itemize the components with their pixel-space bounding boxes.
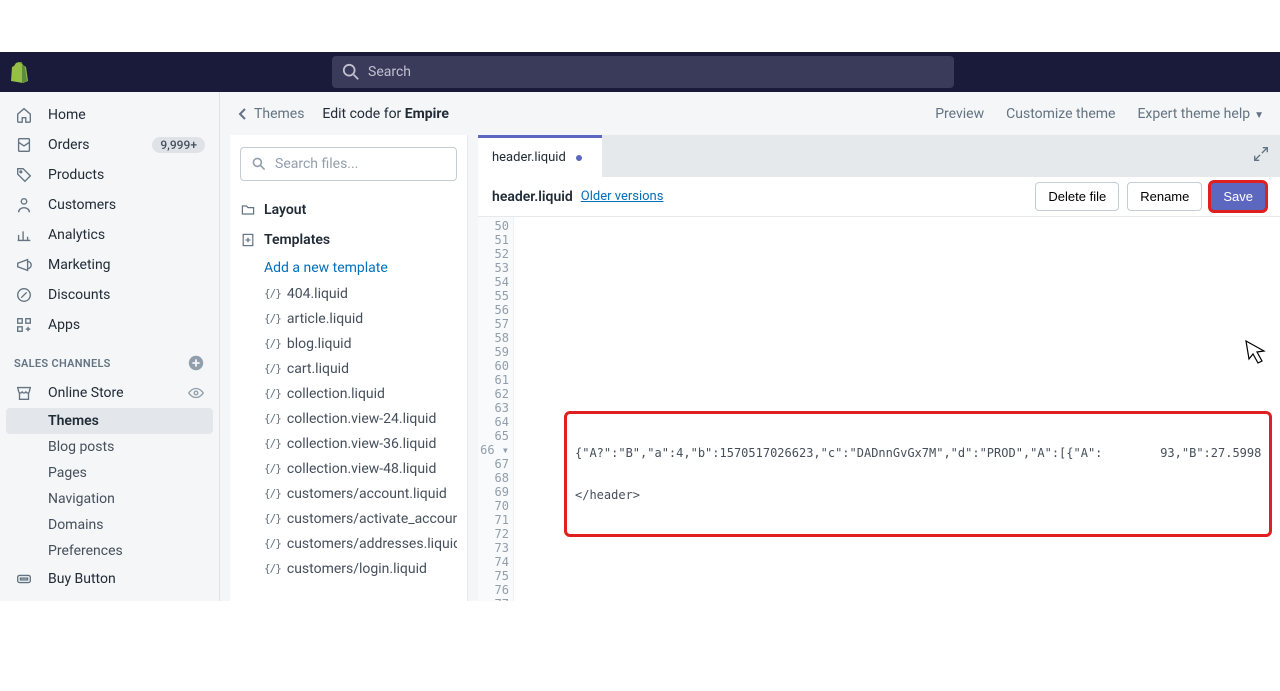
nav-sub-blog-posts[interactable]: Blog posts [0,434,219,460]
nav-buy-button[interactable]: Buy Button [0,564,219,594]
line-gutter: 50 51 52 53 54 55 56 57 58 59 60 61 62 6… [478,217,514,601]
orders-badge: 9,999+ [152,137,205,153]
liquid-file-icon: {/} [264,412,281,425]
analytics-icon [14,225,34,245]
liquid-file-icon: {/} [264,437,281,450]
liquid-file-icon: {/} [264,287,281,300]
rename-button[interactable]: Rename [1127,182,1202,211]
liquid-file-icon: {/} [264,487,281,500]
folder-templates[interactable]: Templates [240,225,457,255]
nav-orders[interactable]: Orders 9,999+ [0,130,219,160]
back-to-themes[interactable]: Themes [236,106,304,122]
nav-home[interactable]: Home [0,100,219,130]
current-file-name: header.liquid [492,189,573,205]
liquid-file-icon: {/} [264,512,281,525]
tag-icon [14,165,34,185]
nav-discounts[interactable]: Discounts [0,280,219,310]
liquid-file-icon: {/} [264,387,281,400]
liquid-file-icon: {/} [264,462,281,475]
person-icon [14,195,34,215]
file-item[interactable]: {/}article.liquid [240,306,457,331]
liquid-file-icon: {/} [264,312,281,325]
chevron-down-icon: ▼ [1254,110,1264,121]
liquid-file-icon: {/} [264,562,281,575]
expert-theme-help-link[interactable]: Expert theme help▼ [1137,106,1264,122]
file-item[interactable]: {/}customers/account.liquid [240,481,457,506]
add-new-template[interactable]: Add a new template [240,255,457,281]
home-icon [14,105,34,125]
file-item[interactable]: {/}customers/login.liquid [240,556,457,581]
file-item[interactable]: {/}404.liquid [240,281,457,306]
apps-icon [14,315,34,335]
nav-apps[interactable]: Apps [0,310,219,340]
megaphone-icon [14,255,34,275]
discount-icon [14,285,34,305]
global-search[interactable]: Search [332,56,954,88]
breadcrumb-bar: Themes Edit code for Empire Preview Cust… [220,92,1280,135]
nav-sub-navigation[interactable]: Navigation [0,486,219,512]
nav-online-store[interactable]: Online Store [0,378,219,408]
nav-sub-domains[interactable]: Domains [0,512,219,538]
nav-marketing[interactable]: Marketing [0,250,219,280]
tab-header-liquid[interactable]: header.liquid [478,135,602,177]
orders-icon [14,135,34,155]
nav-analytics[interactable]: Analytics [0,220,219,250]
liquid-file-icon: {/} [264,362,281,375]
view-store-icon[interactable] [187,384,205,402]
file-item[interactable]: {/}collection.view-48.liquid [240,456,457,481]
store-icon [14,383,34,403]
file-item[interactable]: {/}collection.view-36.liquid [240,431,457,456]
file-item[interactable]: {/}blog.liquid [240,331,457,356]
expand-icon[interactable] [1252,145,1270,163]
file-item[interactable]: {/}collection.view-24.liquid [240,406,457,431]
unsaved-dot-icon [576,155,582,161]
nav-sub-pages[interactable]: Pages [0,460,219,486]
customize-theme-link[interactable]: Customize theme [1006,106,1115,122]
nav-sub-themes[interactable]: Themes [6,408,213,434]
nav-sub-preferences[interactable]: Preferences [0,538,219,564]
sales-channels-header: SALES CHANNELS [0,340,219,378]
save-button[interactable]: Save [1210,182,1266,211]
folder-layout[interactable]: Layout [240,195,457,225]
older-versions-link[interactable]: Older versions [581,189,664,204]
top-bar: Search [0,52,1280,92]
buy-button-icon [14,569,34,589]
main-sidebar: Home Orders 9,999+ Products Customers An… [0,92,220,601]
nav-customers[interactable]: Customers [0,190,219,220]
file-item[interactable]: {/}customers/activate_account.l [240,506,457,531]
page-title: Edit code for Empire [322,106,449,122]
delete-file-button[interactable]: Delete file [1035,182,1119,211]
file-explorer: Search files... Layout Templates Add a n… [230,135,468,601]
add-channel-icon[interactable] [187,354,205,372]
file-item[interactable]: {/}customers/addresses.liquid [240,531,457,556]
liquid-file-icon: {/} [264,337,281,350]
code-highlight: {"A?":"B","a":4,"b":1570517026623,"c":"D… [564,411,1272,537]
file-header: header.liquid Older versions Delete file… [478,177,1280,217]
editor-tabs: header.liquid [478,135,1280,177]
code-editor-panel: header.liquid header.liquid Older versio… [478,135,1280,601]
file-item[interactable]: {/}collection.liquid [240,381,457,406]
liquid-file-icon: {/} [264,537,281,550]
file-search-input[interactable]: Search files... [240,147,457,181]
nav-products[interactable]: Products [0,160,219,190]
shopify-logo [0,52,36,92]
preview-link[interactable]: Preview [935,106,984,122]
search-placeholder: Search [368,64,411,80]
file-item[interactable]: {/}cart.liquid [240,356,457,381]
code-editor[interactable]: 50 51 52 53 54 55 56 57 58 59 60 61 62 6… [478,217,1280,601]
